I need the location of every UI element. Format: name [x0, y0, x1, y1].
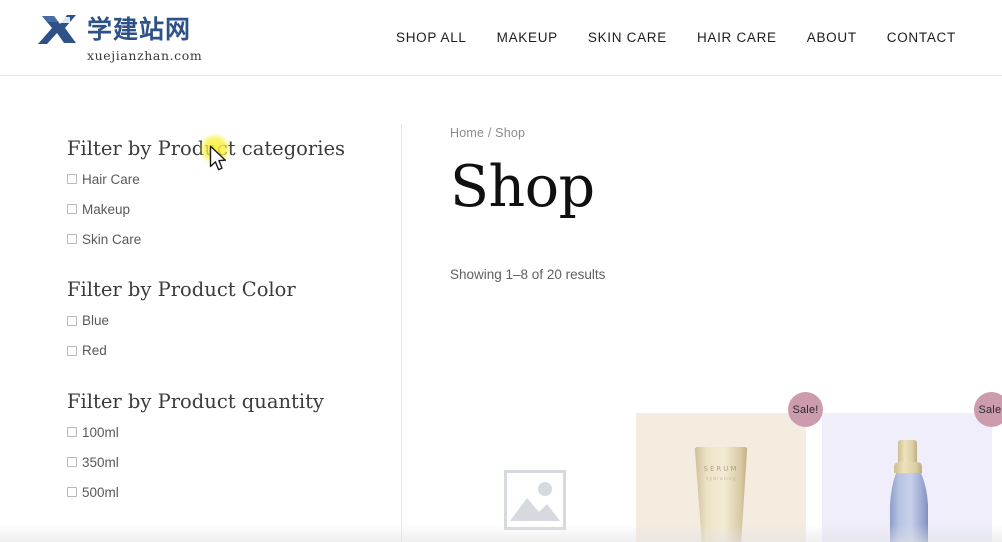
checkbox-icon[interactable]: [67, 427, 77, 438]
filter-option-hair-care[interactable]: Hair Care: [67, 164, 377, 194]
filter-option-label: Makeup: [82, 201, 131, 217]
filter-option-makeup[interactable]: Makeup: [67, 194, 377, 224]
breadcrumb[interactable]: Home / Shop: [450, 126, 1002, 140]
filter-group-color: Filter by Product Color Blue Red: [67, 278, 377, 366]
sale-badge: Sale!: [788, 392, 823, 427]
filter-option-red[interactable]: Red: [67, 336, 377, 366]
nav-item-contact[interactable]: CONTACT: [887, 30, 956, 45]
filter-sidebar: Filter by Product categories Hair Care M…: [67, 137, 377, 507]
filter-option-skin-care[interactable]: Skin Care: [67, 224, 377, 254]
filter-option-500ml[interactable]: 500ml: [67, 477, 377, 507]
product-thumbnail[interactable]: [450, 413, 620, 542]
filter-option-100ml[interactable]: 100ml: [67, 417, 377, 447]
filter-option-label: Skin Care: [82, 231, 142, 247]
filter-option-350ml[interactable]: 350ml: [67, 447, 377, 477]
shop-page: 学建站网 xuejianzhan.com SHOP ALL MAKEUP SKI…: [0, 0, 1002, 542]
filter-title-color: Filter by Product Color: [67, 278, 296, 302]
logo-chinese-text: 学建站网: [87, 14, 192, 44]
svg-text:SERUM: SERUM: [704, 465, 739, 473]
nav-item-skin-care[interactable]: SKIN CARE: [588, 30, 667, 45]
product-thumbnail[interactable]: SERUM hydrating: [636, 413, 806, 542]
nav-item-shop-all[interactable]: SHOP ALL: [396, 30, 467, 45]
blue-spray-bottle-product-image: MIST: [822, 413, 992, 542]
filter-title-quantity: Filter by Product quantity: [67, 389, 324, 413]
logo-x-mark: [38, 15, 76, 44]
checkbox-icon[interactable]: [67, 234, 77, 245]
page-title: Shop: [450, 154, 595, 220]
checkbox-icon[interactable]: [67, 345, 77, 356]
cream-tube-product-image: SERUM hydrating: [636, 413, 806, 542]
filter-option-label: 500ml: [82, 484, 119, 500]
result-count: Showing 1–8 of 20 results: [450, 267, 606, 282]
filter-list-categories: Hair Care Makeup Skin Care: [67, 164, 377, 254]
product-thumbnail[interactable]: MIST: [822, 413, 992, 542]
content-wrapper: Filter by Product categories Hair Care M…: [0, 76, 1002, 542]
checkbox-icon[interactable]: [67, 457, 77, 468]
nav-item-hair-care[interactable]: HAIR CARE: [697, 30, 777, 45]
product-card[interactable]: Sale!: [822, 392, 1002, 542]
checkbox-icon[interactable]: [67, 174, 77, 185]
logo-row: 学建站网: [36, 11, 191, 47]
nav-item-about[interactable]: ABOUT: [807, 30, 857, 45]
site-header: 学建站网 xuejianzhan.com SHOP ALL MAKEUP SKI…: [0, 0, 1002, 76]
sale-badge: Sale!: [974, 392, 1002, 427]
filter-option-label: Blue: [82, 313, 110, 329]
filter-option-label: 350ml: [82, 454, 119, 470]
filter-option-label: Hair Care: [82, 171, 140, 187]
svg-text:hydrating: hydrating: [706, 476, 737, 482]
product-card[interactable]: ☆☆☆☆☆: [450, 413, 620, 542]
checkbox-icon[interactable]: [67, 487, 77, 498]
checkbox-icon[interactable]: [67, 204, 77, 215]
sidebar-divider: [401, 124, 402, 542]
placeholder-image-icon: [504, 469, 566, 530]
filter-option-label: Red: [82, 343, 107, 359]
product-grid: ☆☆☆☆☆ Sale!: [450, 392, 1002, 542]
filter-list-quantity: 100ml 350ml 500ml: [67, 417, 377, 507]
product-card[interactable]: Sale!: [636, 392, 823, 542]
filter-option-label: 100ml: [82, 424, 119, 440]
main-navigation: SHOP ALL MAKEUP SKIN CARE HAIR CARE ABOU…: [396, 30, 956, 45]
filter-option-blue[interactable]: Blue: [67, 306, 377, 336]
site-logo[interactable]: 学建站网 xuejianzhan.com: [36, 11, 202, 63]
filter-group-quantity: Filter by Product quantity 100ml 350ml 5…: [67, 389, 377, 507]
logo-domain-text: xuejianzhan.com: [87, 48, 203, 63]
nav-item-makeup[interactable]: MAKEUP: [497, 30, 558, 45]
filter-title-categories: Filter by Product categories: [67, 137, 346, 160]
shop-header-block: Home / Shop Shop Showing 1–8 of 20 resul…: [450, 126, 1002, 282]
checkbox-icon[interactable]: [67, 315, 77, 326]
filter-list-color: Blue Red: [67, 306, 377, 366]
filter-group-categories: Filter by Product categories Hair Care M…: [67, 137, 377, 254]
